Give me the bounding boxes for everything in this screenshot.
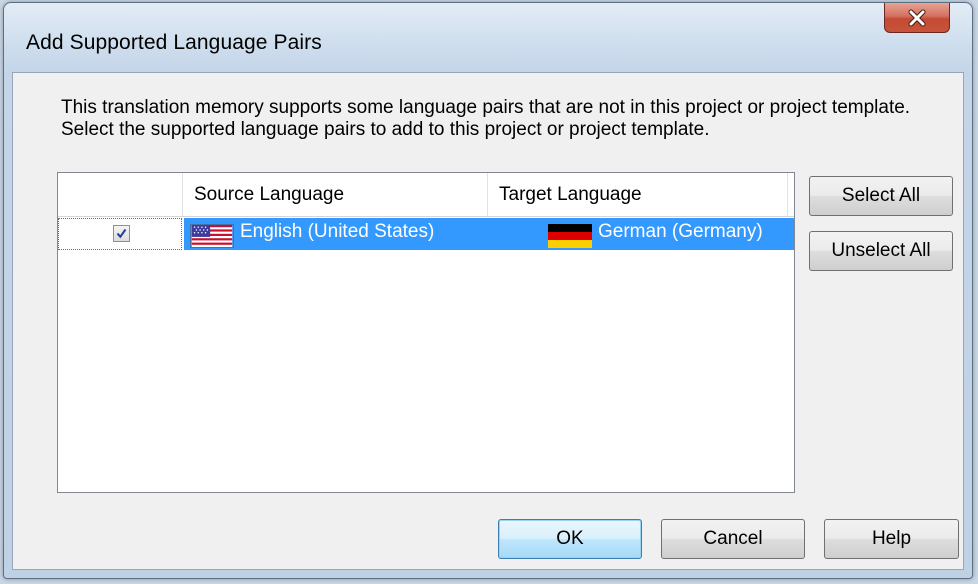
description-text: This translation memory supports some la…	[61, 97, 911, 140]
list-header: Source Language Target Language	[58, 173, 794, 217]
row-checkbox[interactable]	[113, 225, 130, 242]
us-flag-icon	[190, 224, 234, 248]
source-language-cell: English (United States)	[240, 221, 435, 242]
select-all-button[interactable]: Select All	[809, 176, 953, 216]
help-button[interactable]: Help	[824, 519, 959, 559]
column-header-check[interactable]	[58, 173, 183, 216]
checkmark-icon	[116, 228, 127, 239]
cancel-button[interactable]: Cancel	[661, 519, 805, 559]
column-header-target[interactable]: Target Language	[488, 173, 788, 216]
target-language-cell: German (Germany)	[598, 221, 763, 242]
language-pairs-list[interactable]: Source Language Target Language English …	[57, 172, 795, 493]
table-row[interactable]: English (United States) German (Germany)	[58, 218, 794, 250]
title-bar[interactable]: Add Supported Language Pairs	[4, 3, 972, 73]
dialog-window: Add Supported Language Pairs This transl…	[3, 2, 973, 579]
germany-flag-icon	[548, 224, 592, 248]
dialog-body: This translation memory supports some la…	[12, 72, 964, 570]
row-check-cell	[58, 218, 182, 250]
dialog-title: Add Supported Language Pairs	[26, 31, 322, 54]
unselect-all-button[interactable]: Unselect All	[809, 231, 953, 271]
close-button[interactable]	[884, 3, 950, 33]
row-selection[interactable]: English (United States) German (Germany)	[184, 218, 794, 250]
close-icon	[908, 9, 926, 26]
column-header-source[interactable]: Source Language	[183, 173, 488, 216]
ok-button[interactable]: OK	[498, 519, 642, 559]
